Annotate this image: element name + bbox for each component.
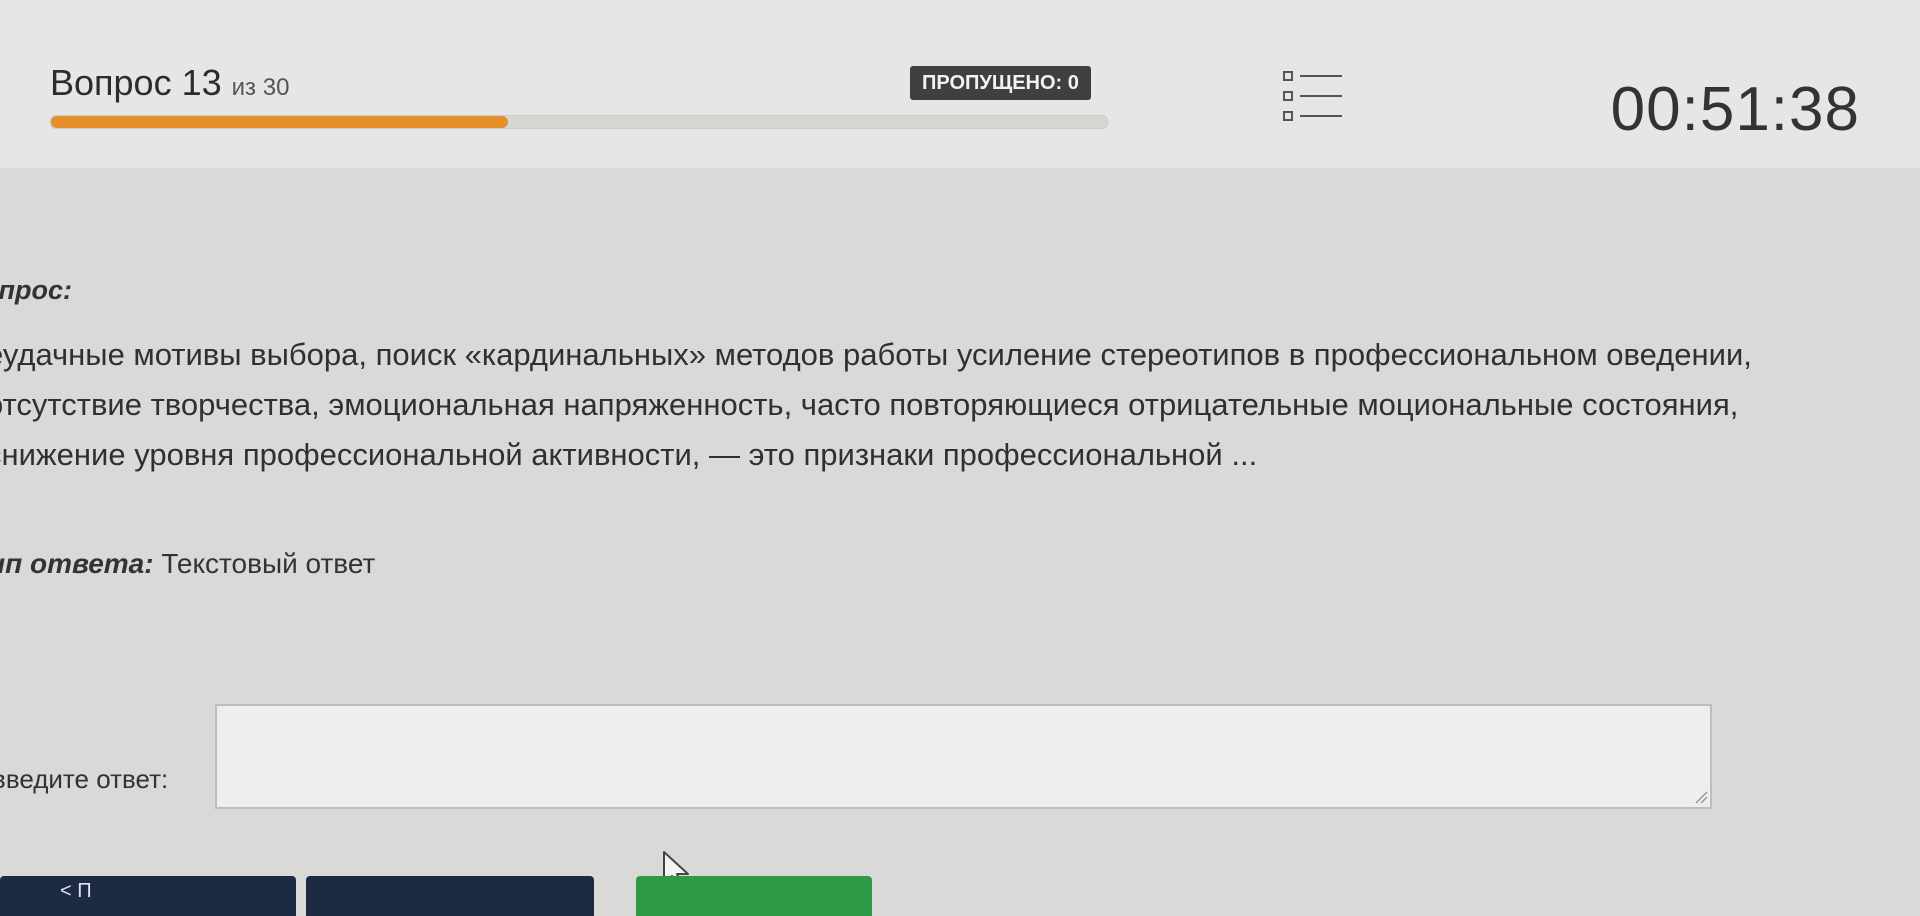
answer-input[interactable] (215, 704, 1712, 809)
resize-grip-icon[interactable] (1694, 790, 1708, 804)
question-number: Вопрос 13 (50, 62, 222, 103)
answer-type-label: ип ответа: (0, 548, 154, 579)
quiz-header: Вопрос 13 из 30 ПРОПУЩЕНО: 0 00:51:38 (0, 0, 1920, 168)
question-panel: опрос: еудачные мотивы выбора, поиск «ка… (0, 168, 1920, 897)
question-total: из 30 (231, 74, 290, 101)
question-text: еудачные мотивы выбора, поиск «кардиналь… (0, 337, 1752, 472)
progress-fill (51, 116, 509, 128)
question-label: опрос: (0, 275, 72, 305)
skipped-badge[interactable]: ПРОПУЩЕНО: 0 (910, 66, 1091, 100)
answer-type-value: Текстовый ответ (161, 548, 376, 579)
answer-type: ип ответа: Текстовый ответ (0, 548, 375, 580)
previous-button[interactable]: < П (0, 876, 296, 916)
timer: 00:51:38 (1610, 75, 1860, 144)
next-button[interactable] (636, 876, 872, 916)
middle-nav-button[interactable] (306, 876, 594, 916)
list-icon[interactable] (1282, 70, 1344, 126)
progress-bar (50, 115, 1108, 129)
question-counter: Вопрос 13 из 30 (50, 62, 289, 104)
answer-input-label: введите ответ: (0, 764, 169, 794)
